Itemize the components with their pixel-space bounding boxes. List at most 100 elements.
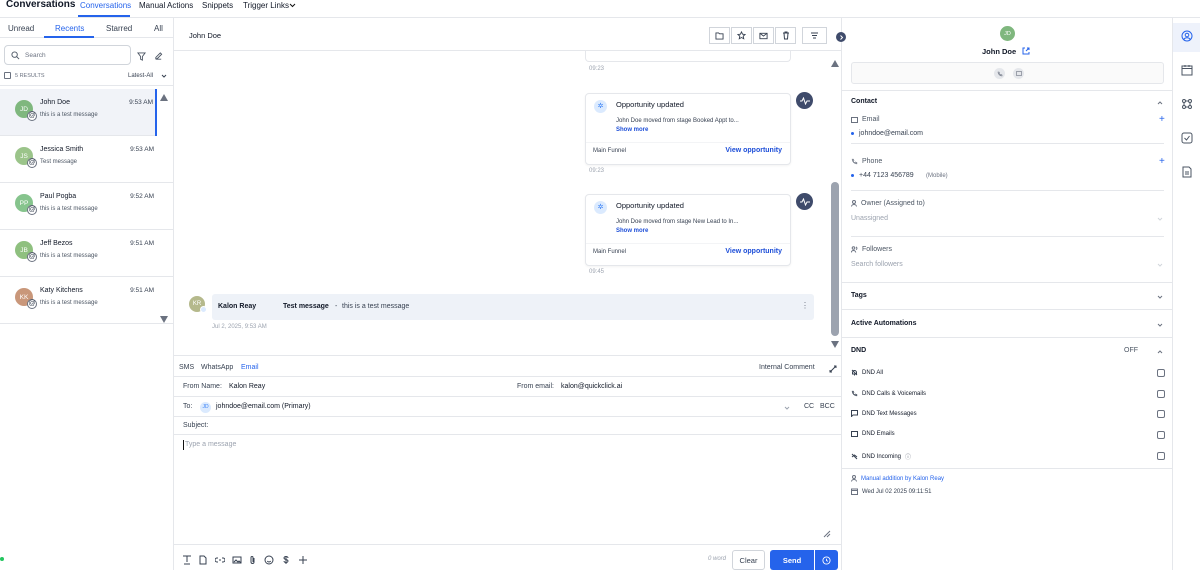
show-more-link[interactable]: Show more (616, 228, 648, 234)
tags-section-title[interactable]: Tags (851, 292, 867, 299)
workflow-icon[interactable] (1181, 98, 1193, 110)
message-bubble[interactable]: Kalon Reay Test message - this is a test… (212, 294, 814, 320)
filter-all[interactable]: All (154, 24, 163, 33)
scrollbar-thumb[interactable] (831, 182, 839, 336)
channel-email[interactable]: Email (241, 364, 259, 371)
dnd-all-checkbox[interactable] (1157, 369, 1165, 377)
cc-button[interactable]: CC (804, 403, 814, 410)
message-input[interactable]: Type a message (185, 441, 236, 448)
chevron-up-icon[interactable] (1157, 100, 1163, 106)
filter-recents[interactable]: Recents (55, 24, 84, 33)
chevron-down-icon[interactable] (1157, 216, 1163, 222)
contact-profile-icon[interactable] (1181, 30, 1193, 42)
attachment-icon[interactable] (248, 555, 258, 565)
filter-unread[interactable]: Unread (8, 24, 34, 33)
email-button[interactable] (1013, 68, 1024, 79)
image-icon[interactable] (232, 555, 242, 565)
scroll-up-arrow[interactable] (160, 94, 168, 101)
chevron-down-icon[interactable] (1157, 322, 1163, 328)
dnd-text-checkbox[interactable] (1157, 410, 1165, 418)
dnd-incoming-checkbox[interactable] (1157, 452, 1165, 460)
email-at-icon: @ (27, 299, 37, 309)
more-options-icon[interactable]: ⋮ (801, 301, 809, 310)
tab-trigger-links[interactable]: Trigger Links (243, 1, 289, 10)
phone-icon (851, 390, 858, 397)
filter-starred[interactable]: Starred (106, 24, 132, 33)
manual-addition-text[interactable]: Manual addition by Kalon Reay (861, 476, 944, 482)
filter-icon[interactable] (137, 52, 146, 61)
owner-select[interactable]: Unassigned (851, 215, 888, 222)
to-field[interactable]: johndoe@email.com (Primary) (216, 403, 311, 410)
delete-button[interactable] (775, 27, 796, 44)
filter-messages-button[interactable] (802, 27, 827, 44)
conversation-row[interactable]: JS @ Jessica Smith 9:53 AM Test message (0, 136, 174, 183)
scroll-down-arrow[interactable] (831, 341, 839, 348)
channel-sms[interactable]: SMS (179, 364, 194, 371)
text-format-icon[interactable] (182, 555, 192, 565)
internal-comment-tab[interactable]: Internal Comment (759, 364, 815, 371)
from-email-value[interactable]: kalon@quickclick.ai (561, 383, 622, 390)
message-preview: Test message (40, 159, 78, 165)
divider (174, 396, 842, 397)
tab-snippets[interactable]: Snippets (202, 1, 233, 10)
select-all-checkbox[interactable] (4, 72, 11, 79)
task-checkbox-icon[interactable] (1181, 132, 1193, 144)
user-icon (851, 200, 857, 207)
bcc-button[interactable]: BCC (820, 403, 835, 410)
plus-icon[interactable] (298, 555, 308, 565)
add-phone-icon[interactable]: + (1159, 156, 1165, 167)
right-icon-rail (1173, 18, 1200, 570)
emoji-icon[interactable] (264, 555, 274, 565)
call-button[interactable] (994, 68, 1005, 79)
external-link-icon[interactable] (1022, 47, 1030, 55)
chevron-down-icon[interactable] (784, 406, 790, 410)
message-time: 9:51 AM (130, 287, 154, 294)
email-value[interactable]: johndoe@email.com (859, 130, 923, 137)
chevron-down-icon[interactable] (1157, 294, 1163, 300)
conversation-row[interactable]: PP @ Paul Pogba 9:52 AM this is a test m… (0, 183, 174, 230)
view-opportunity-link[interactable]: View opportunity (725, 147, 782, 154)
clear-button[interactable]: Clear (732, 550, 765, 570)
tab-manual-actions[interactable]: Manual Actions (139, 1, 193, 10)
chevron-up-icon[interactable] (1157, 349, 1163, 355)
conversation-row[interactable]: KK @ Katy Kitchens 9:51 AM this is a tes… (0, 277, 174, 324)
compose-icon[interactable] (154, 52, 163, 61)
chevron-down-icon[interactable] (161, 74, 167, 78)
link-icon[interactable] (215, 555, 225, 565)
dollar-icon[interactable] (281, 555, 291, 565)
mail-button[interactable] (753, 27, 774, 44)
conversation-row[interactable]: JB @ Jeff Bezos 9:51 AM this is a test m… (0, 230, 174, 277)
view-opportunity-link[interactable]: View opportunity (725, 248, 782, 255)
notes-icon[interactable] (1181, 166, 1193, 178)
from-name-value[interactable]: Kalon Reay (229, 383, 265, 390)
followers-search[interactable]: Search followers (851, 261, 903, 268)
channel-whatsapp[interactable]: WhatsApp (201, 364, 233, 371)
schedule-send-button[interactable] (815, 550, 838, 570)
scroll-up-arrow[interactable] (831, 60, 839, 67)
chevron-down-icon[interactable] (289, 3, 296, 8)
calendar-icon[interactable] (1181, 64, 1193, 76)
automations-section-title[interactable]: Active Automations (851, 320, 916, 327)
folder-button[interactable] (709, 27, 730, 44)
resize-handle-icon[interactable] (823, 530, 831, 538)
mail-icon (851, 116, 858, 123)
show-more-link[interactable]: Show more (616, 127, 648, 133)
search-box[interactable]: Search (4, 45, 131, 65)
document-icon[interactable] (198, 555, 208, 565)
divider (851, 143, 1164, 144)
sort-dropdown[interactable]: Latest-All (128, 73, 153, 79)
info-icon[interactable]: ⓘ (905, 452, 911, 461)
send-button[interactable]: Send (770, 550, 814, 570)
add-email-icon[interactable]: + (1159, 114, 1165, 125)
chevron-down-icon[interactable] (1157, 262, 1163, 268)
phone-value[interactable]: +44 7123 456789 (859, 172, 914, 179)
dnd-calls-checkbox[interactable] (1157, 390, 1165, 398)
tab-conversations[interactable]: Conversations (80, 1, 131, 10)
star-button[interactable] (731, 27, 752, 44)
dnd-emails-checkbox[interactable] (1157, 431, 1165, 439)
sort-lines-icon (811, 32, 818, 39)
expand-icon[interactable] (829, 365, 837, 373)
email-at-icon: @ (27, 205, 37, 215)
conversation-row[interactable]: JD @ John Doe 9:53 AM this is a test mes… (0, 89, 157, 136)
status-indicator (0, 557, 4, 561)
